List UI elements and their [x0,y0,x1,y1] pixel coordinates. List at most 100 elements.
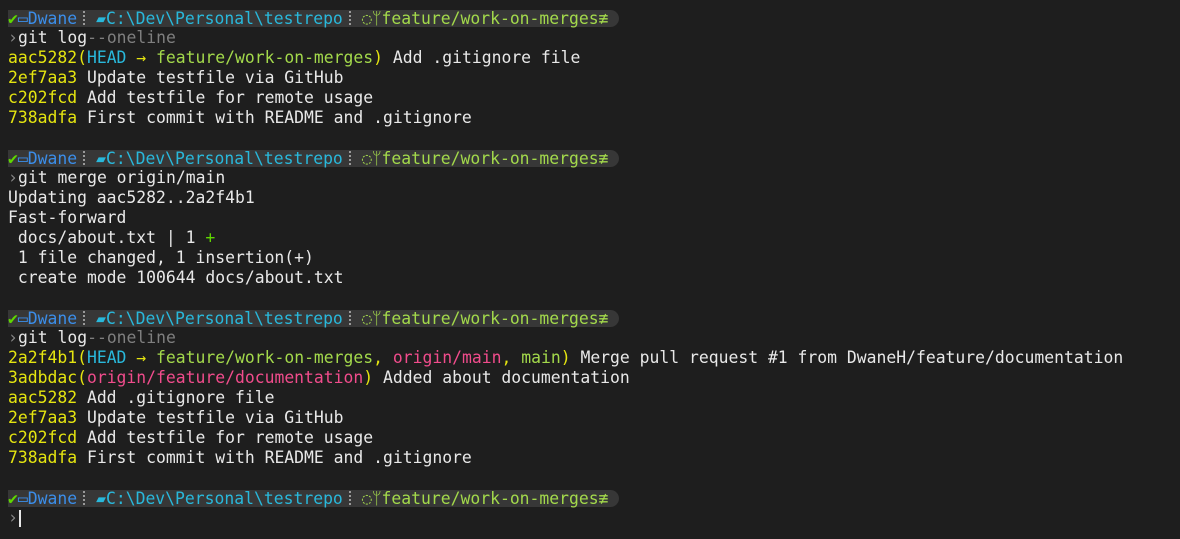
segment-separator-icon [348,491,356,505]
git-status-icon: ≢ [598,308,609,328]
text-cursor[interactable] [19,509,21,527]
github-icon: ◌ [361,308,372,328]
command-argument[interactable]: --oneline [87,328,176,348]
commit-hash: 2ef7aa3 [8,68,78,87]
prompt-chevron-icon: › [8,508,18,527]
ref-branch: main [521,348,561,367]
commit-message: Add .gitignore file [77,388,275,407]
ref-head: HEAD [86,348,127,367]
refs-open: ( [77,368,87,387]
prompt-branch: feature/work-on-merges [381,488,599,508]
log-entry: 2ef7aa3 Update testfile via GitHub [8,68,1180,88]
prompt-chevron-icon: › [8,28,18,47]
ref-comma: , [373,348,393,367]
prompt-line: ✔ ▭ Dwane ▰ C:\Dev\Personal\testrepo ◌ ᛘ f… [8,148,1180,168]
monitor-icon: ▭ [17,488,28,508]
git-status-icon: ≢ [598,8,609,28]
log-entry: 2a2f4b1 (HEAD → feature/work-on-merges, … [8,348,1180,368]
prompt-user: Dwane [27,308,78,328]
prompt-user: Dwane [27,8,78,28]
prompt-line: ✔ ▭ Dwane ▰ C:\Dev\Personal\testrepo ◌ ᛘ f… [8,488,1180,508]
commit-message: Update testfile via GitHub [77,68,344,87]
prompt-branch: feature/work-on-merges [381,8,599,28]
segment-separator-icon [83,11,90,25]
prompt-line: ✔ ▭ Dwane ▰ C:\Dev\Personal\testrepo ◌ ᛘ f… [8,308,1180,328]
output-text: Updating aac5282..2a2f4b1 [8,188,255,207]
prompt-path: C:\Dev\Personal\testrepo [105,488,343,508]
commit-hash: 3adbdac [8,368,78,387]
commit-hash: c202fcd [8,428,78,447]
commit-hash: 2a2f4b1 [8,348,78,367]
prompt-path: C:\Dev\Personal\testrepo [105,8,343,28]
git-status-icon: ≢ [598,148,609,168]
github-icon: ◌ [361,8,372,28]
prompt-line: ✔ ▭ Dwane ▰ C:\Dev\Personal\testrepo ◌ ᛘ f… [8,8,1180,28]
log-entry: 3adbdac (origin/feature/documentation) A… [8,368,1180,388]
commit-message: Update testfile via GitHub [77,408,344,427]
segment-separator-icon [348,151,356,165]
log-entry: c202fcd Add testfile for remote usage [8,428,1180,448]
prompt-path: C:\Dev\Personal\testrepo [105,308,343,328]
folder-icon: ▰ [96,488,106,508]
refs-close: ) [560,348,571,367]
ref-remote: origin/feature/documentation [86,368,364,387]
log-entry: 2ef7aa3 Update testfile via GitHub [8,408,1180,428]
commit-hash: 738adfa [8,108,78,127]
commit-message: Add .gitignore file [383,48,581,67]
command-line: › git log --oneline [8,328,1180,348]
output-line: Updating aac5282..2a2f4b1 [8,188,1180,208]
prompt-user: Dwane [27,488,78,508]
output-text: 1 file changed, 1 insertion(+) [8,248,314,267]
commit-message: Added about documentation [373,368,630,387]
prompt-bar: ✔ ▭ Dwane ▰ C:\Dev\Personal\testrepo ◌ ᛘ f… [8,308,619,328]
segment-separator-icon [83,151,90,165]
success-check-icon: ✔ [8,148,18,168]
command-text[interactable]: git log [18,328,87,348]
folder-icon: ▰ [96,308,106,328]
command-text[interactable]: git log [18,28,87,48]
refs-open: ( [77,348,87,367]
command-text[interactable]: git merge origin/main [18,168,225,188]
success-check-icon: ✔ [8,488,18,508]
input-line[interactable]: › [8,508,1180,528]
prompt-branch: feature/work-on-merges [381,308,599,328]
ref-arrow: → [126,348,157,367]
git-branch-icon: ᛘ [371,8,382,28]
commit-message: Add testfile for remote usage [77,428,374,447]
output-line: 1 file changed, 1 insertion(+) [8,248,1180,268]
ref-comma: , [501,348,522,367]
github-icon: ◌ [361,488,372,508]
ref-remote: origin/main [392,348,502,367]
command-line: › git merge origin/main [8,168,1180,188]
segment-separator-icon [83,311,90,325]
terminal-window[interactable]: ✔ ▭ Dwane ▰ C:\Dev\Personal\testrepo ◌ ᛘ f… [0,0,1180,539]
ref-branch: feature/work-on-merges [156,348,374,367]
refs-close: ) [363,368,374,387]
commit-message: First commit with README and .gitignore [77,448,472,467]
prompt-branch: feature/work-on-merges [381,148,599,168]
ref-head: HEAD [86,48,127,67]
log-entry: c202fcd Add testfile for remote usage [8,88,1180,108]
prompt-chevron-icon: › [8,168,18,187]
output-text: Fast-forward [8,208,127,227]
output-line: docs/about.txt | 1 + [8,228,1180,248]
prompt-bar: ✔ ▭ Dwane ▰ C:\Dev\Personal\testrepo ◌ ᛘ f… [8,148,619,168]
commit-message: First commit with README and .gitignore [77,108,472,127]
ref-branch: feature/work-on-merges [156,48,374,67]
output-text: docs/about.txt | 1 [8,228,206,247]
prompt-path: C:\Dev\Personal\testrepo [105,148,343,168]
monitor-icon: ▭ [17,148,28,168]
success-check-icon: ✔ [8,8,18,28]
log-entry: aac5282 (HEAD → feature/work-on-merges) … [8,48,1180,68]
monitor-icon: ▭ [17,8,28,28]
prompt-chevron-icon: › [8,328,18,347]
folder-icon: ▰ [96,148,106,168]
github-icon: ◌ [361,148,372,168]
commit-hash: 2ef7aa3 [8,408,78,427]
command-argument[interactable]: --oneline [87,28,176,48]
segment-separator-icon [348,11,356,25]
output-text: create mode 100644 docs/about.txt [8,268,344,287]
